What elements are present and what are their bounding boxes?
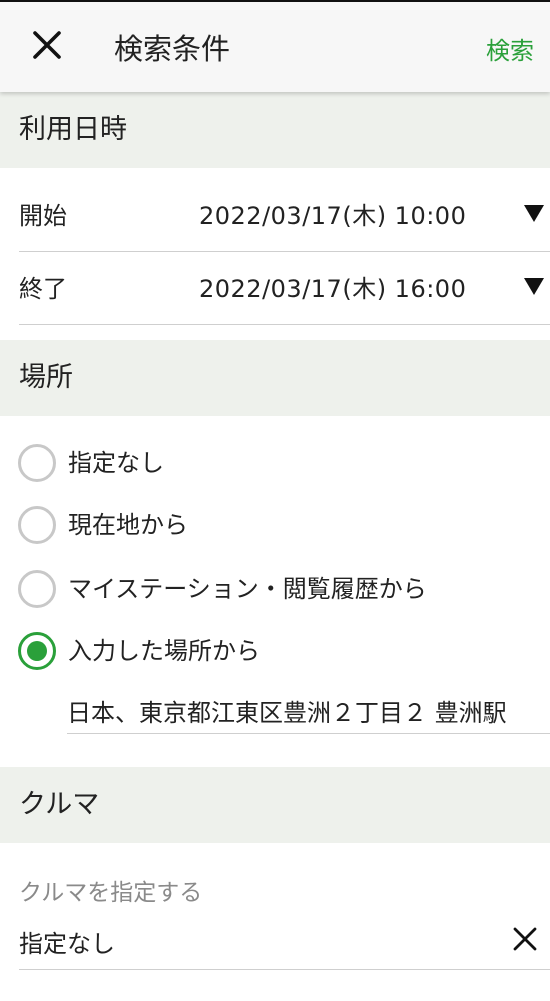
place-option-my-station-history[interactable]: マイステーション・閲覧履歴から: [18, 566, 550, 612]
page-title: 検索条件: [114, 32, 231, 66]
place-input[interactable]: [67, 688, 550, 732]
end-label: 終了: [19, 275, 67, 303]
radio-unchecked-icon: [18, 444, 56, 482]
place-option-label: 入力した場所から: [68, 637, 260, 665]
clear-car-button[interactable]: [510, 924, 540, 954]
start-datetime-value: 2022/03/17(木) 10:00: [199, 202, 467, 230]
place-option-current-location[interactable]: 現在地から: [18, 502, 550, 548]
end-datetime-row[interactable]: 終了 2022/03/17(木) 16:00: [19, 253, 550, 325]
start-label: 開始: [19, 202, 67, 230]
place-option-label: 指定なし: [68, 449, 164, 477]
place-input-field: [67, 688, 550, 734]
radio-unchecked-icon: [18, 506, 56, 544]
section-header-place: 場所: [0, 340, 550, 416]
section-header-datetime: 利用日時: [0, 92, 550, 168]
place-option-entered-location[interactable]: 入力した場所から: [18, 628, 550, 674]
close-button[interactable]: [22, 20, 74, 72]
place-option-label: マイステーション・閲覧履歴から: [68, 575, 427, 603]
radio-checked-icon: [18, 632, 56, 670]
end-datetime-value: 2022/03/17(木) 16:00: [199, 275, 467, 303]
section-header-car: クルマ: [0, 767, 550, 843]
dropdown-arrow-icon: [524, 278, 544, 295]
close-icon: [33, 31, 61, 59]
close-icon: [513, 927, 537, 951]
place-option-label: 現在地から: [68, 511, 188, 539]
app-bar: 検索条件 検索: [0, 0, 550, 92]
radio-unchecked-icon: [18, 570, 56, 608]
dropdown-arrow-icon: [524, 205, 544, 222]
start-datetime-row[interactable]: 開始 2022/03/17(木) 10:00: [19, 180, 550, 252]
car-select-row[interactable]: 指定なし: [19, 916, 550, 970]
car-hint: クルマを指定する: [19, 880, 203, 906]
place-option-none[interactable]: 指定なし: [18, 440, 550, 486]
car-value: 指定なし: [19, 930, 115, 958]
search-button[interactable]: 検索: [486, 31, 534, 66]
